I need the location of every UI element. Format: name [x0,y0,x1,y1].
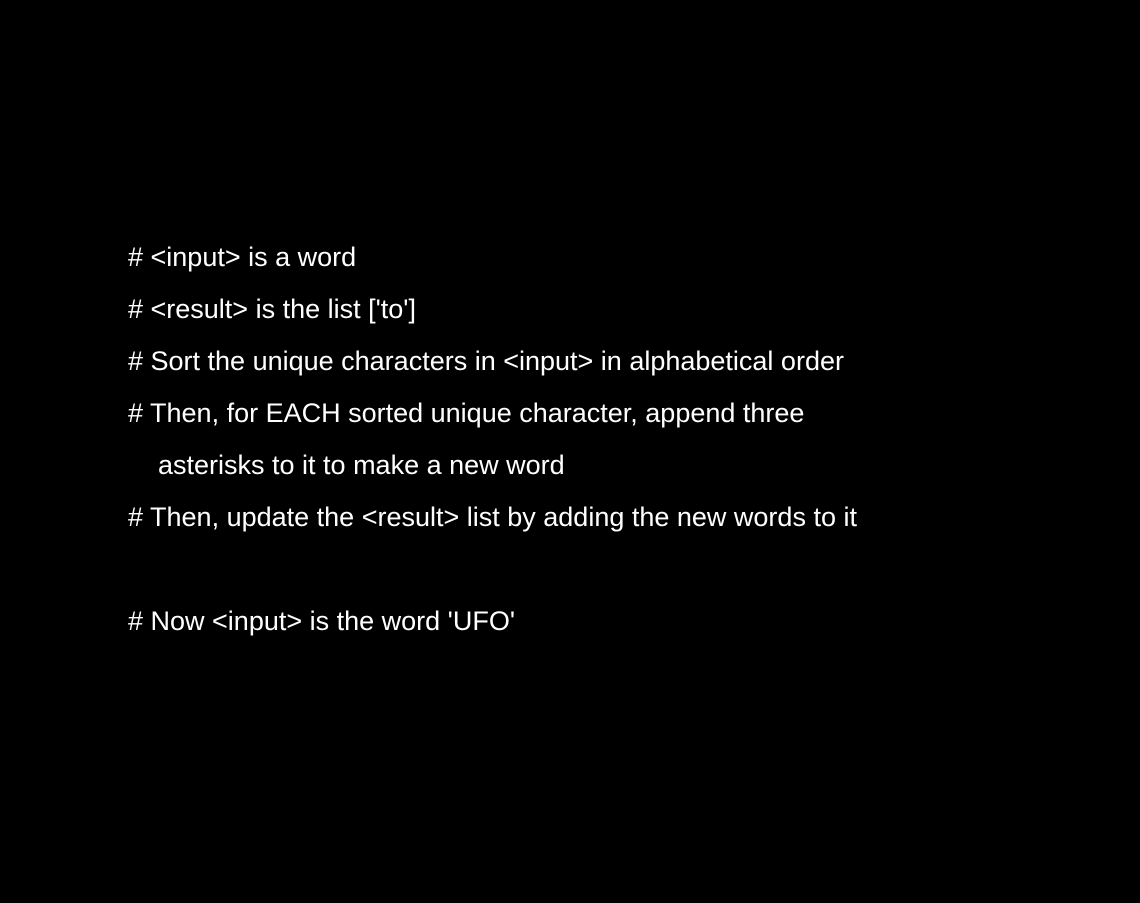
comment-line-result-definition: # <result> is the list ['to'] [128,294,416,324]
comment-line-append-instruction: # Then, for EACH sorted unique character… [128,398,805,428]
comment-line-update-instruction: # Then, update the <result> list by addi… [128,502,857,532]
page: { "document": { "lines": [ "# <input> is… [0,0,1140,903]
instruction-text-block: # <input> is a word # <result> is the li… [128,234,1108,650]
comment-line-sort-instruction: # Sort the unique characters in <input> … [128,346,844,376]
comment-line-input-definition: # <input> is a word [128,242,357,272]
comment-line-input-value: # Now <input> is the word 'UFO' [128,606,515,636]
comment-line-append-continuation: asterisks to it to make a new word [158,450,565,480]
